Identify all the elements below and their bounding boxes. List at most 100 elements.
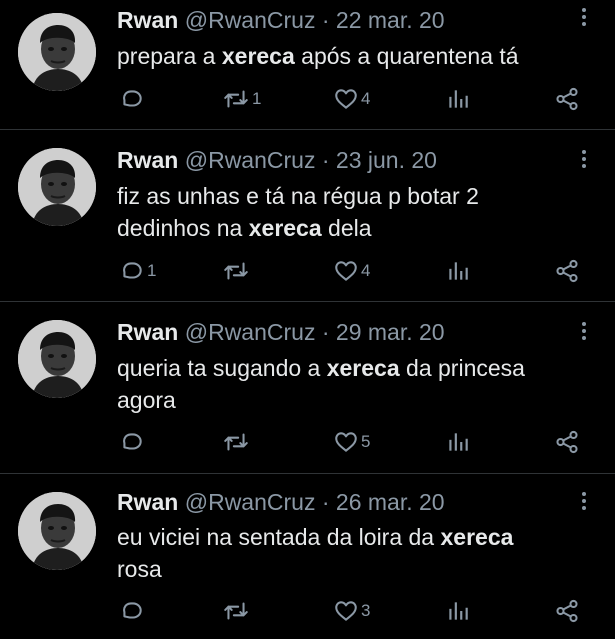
text-segment: após a quarentena tá bbox=[294, 43, 519, 69]
tweet-actions: 5 bbox=[0, 429, 615, 459]
avatar[interactable] bbox=[18, 320, 96, 398]
author-handle[interactable]: @RwanCruz bbox=[185, 7, 316, 33]
like-count: 3 bbox=[361, 601, 371, 620]
like-count: 4 bbox=[361, 261, 371, 280]
like-count: 5 bbox=[361, 432, 371, 451]
reply-count: 1 bbox=[147, 261, 157, 280]
share-button[interactable] bbox=[554, 86, 580, 112]
tweet[interactable]: Rwan @RwanCruz · 23 jun. 20 fiz as unhas… bbox=[0, 130, 615, 302]
views-button[interactable] bbox=[446, 86, 470, 112]
author-name[interactable]: Rwan bbox=[117, 147, 178, 173]
author-name[interactable]: Rwan bbox=[117, 489, 178, 515]
tweet-text: eu viciei na sentada da loira da xereca r… bbox=[117, 521, 597, 585]
more-icon[interactable] bbox=[574, 489, 594, 513]
tweet-text: queria ta sugando a xereca da princesa ag… bbox=[117, 352, 597, 416]
tweet-text-line: rosa bbox=[117, 553, 597, 585]
tweet-date[interactable]: 29 mar. 20 bbox=[336, 319, 445, 345]
like-button[interactable]: 3 bbox=[333, 598, 370, 624]
share-icon bbox=[554, 258, 580, 284]
author-name[interactable]: Rwan bbox=[117, 319, 178, 345]
text-segment: agora bbox=[117, 387, 176, 413]
author-handle[interactable]: @RwanCruz bbox=[185, 319, 316, 345]
tweet-text-line: agora bbox=[117, 384, 597, 416]
like-button[interactable]: 4 bbox=[333, 86, 370, 112]
tweet-text-line: queria ta sugando a xereca da princesa bbox=[117, 352, 597, 384]
reply-icon bbox=[119, 86, 145, 112]
avatar[interactable] bbox=[18, 492, 96, 570]
more-icon[interactable] bbox=[574, 5, 594, 29]
tweet-text-line: eu viciei na sentada da loira da xereca bbox=[117, 521, 597, 553]
highlighted-word: xereca bbox=[440, 524, 514, 550]
retweet-icon bbox=[222, 598, 250, 624]
retweet-button[interactable] bbox=[222, 258, 252, 284]
reply-icon bbox=[119, 429, 145, 455]
like-button[interactable]: 5 bbox=[333, 429, 370, 455]
reply-button[interactable] bbox=[119, 429, 147, 455]
share-button[interactable] bbox=[554, 429, 580, 455]
text-segment: dela bbox=[321, 215, 372, 241]
text-segment: queria ta sugando a bbox=[117, 355, 327, 381]
author-handle[interactable]: @RwanCruz bbox=[185, 147, 316, 173]
tweet-header: Rwan @RwanCruz · 29 mar. 20 bbox=[117, 318, 445, 346]
like-icon bbox=[333, 258, 359, 284]
retweet-icon bbox=[222, 86, 250, 112]
tweet-text: fiz as unhas e tá na régua p botar 2 dedi… bbox=[117, 180, 597, 244]
tweet-text-line: fiz as unhas e tá na régua p botar 2 bbox=[117, 180, 597, 212]
share-icon bbox=[554, 598, 580, 624]
retweet-button[interactable] bbox=[222, 429, 252, 455]
tweet[interactable]: Rwan @RwanCruz · 29 mar. 20 queria ta su… bbox=[0, 302, 615, 474]
views-icon bbox=[446, 258, 470, 284]
separator-dot: · bbox=[321, 489, 330, 515]
views-button[interactable] bbox=[446, 429, 470, 455]
reply-icon bbox=[119, 598, 145, 624]
views-button[interactable] bbox=[446, 598, 470, 624]
like-icon bbox=[333, 429, 359, 455]
highlighted-word: xereca bbox=[326, 355, 400, 381]
tweet-date[interactable]: 26 mar. 20 bbox=[336, 489, 445, 515]
text-segment: da princesa bbox=[399, 355, 525, 381]
like-count: 4 bbox=[361, 89, 371, 108]
tweet[interactable]: Rwan @RwanCruz · 26 mar. 20 eu viciei na… bbox=[0, 474, 615, 639]
separator-dot: · bbox=[321, 7, 330, 33]
tweet-actions: 1 4 bbox=[0, 86, 615, 116]
more-icon[interactable] bbox=[574, 319, 594, 343]
tweet-text-line: dedinhos na xereca dela bbox=[117, 212, 597, 244]
reply-button[interactable] bbox=[119, 598, 147, 624]
retweet-button[interactable] bbox=[222, 598, 252, 624]
tweet-date[interactable]: 22 mar. 20 bbox=[336, 7, 445, 33]
avatar[interactable] bbox=[18, 148, 96, 226]
tweet-actions: 1 4 bbox=[0, 258, 615, 288]
share-button[interactable] bbox=[554, 258, 580, 284]
author-name[interactable]: Rwan bbox=[117, 7, 178, 33]
tweet-header: Rwan @RwanCruz · 26 mar. 20 bbox=[117, 488, 445, 516]
views-icon bbox=[446, 429, 470, 455]
retweet-icon bbox=[222, 258, 250, 284]
like-icon bbox=[333, 598, 359, 624]
views-icon bbox=[446, 86, 470, 112]
separator-dot: · bbox=[321, 319, 330, 345]
avatar[interactable] bbox=[18, 13, 96, 91]
tweet-text: prepara a xereca após a quarentena tá bbox=[117, 40, 597, 72]
retweet-button[interactable]: 1 bbox=[222, 86, 261, 112]
text-segment: eu viciei na sentada da loira da bbox=[117, 524, 441, 550]
reply-button[interactable]: 1 bbox=[119, 258, 156, 284]
text-segment: rosa bbox=[117, 556, 162, 582]
text-segment: dedinhos na bbox=[117, 215, 249, 241]
more-icon[interactable] bbox=[574, 147, 594, 171]
reply-icon bbox=[119, 258, 145, 284]
tweet-date[interactable]: 23 jun. 20 bbox=[336, 147, 437, 173]
share-button[interactable] bbox=[554, 598, 580, 624]
author-handle[interactable]: @RwanCruz bbox=[185, 489, 316, 515]
share-icon bbox=[554, 429, 580, 455]
tweet-actions: 3 bbox=[0, 598, 615, 628]
tweet[interactable]: Rwan @RwanCruz · 22 mar. 20 prepara a xe… bbox=[0, 0, 615, 130]
text-segment: fiz as unhas e tá na régua p botar 2 bbox=[117, 183, 479, 209]
retweet-icon bbox=[222, 429, 250, 455]
like-button[interactable]: 4 bbox=[333, 258, 370, 284]
views-icon bbox=[446, 598, 470, 624]
tweet-feed: Rwan @RwanCruz · 22 mar. 20 prepara a xe… bbox=[0, 0, 615, 639]
views-button[interactable] bbox=[446, 258, 470, 284]
reply-button[interactable] bbox=[119, 86, 147, 112]
text-segment: prepara a bbox=[117, 43, 222, 69]
separator-dot: · bbox=[321, 147, 330, 173]
